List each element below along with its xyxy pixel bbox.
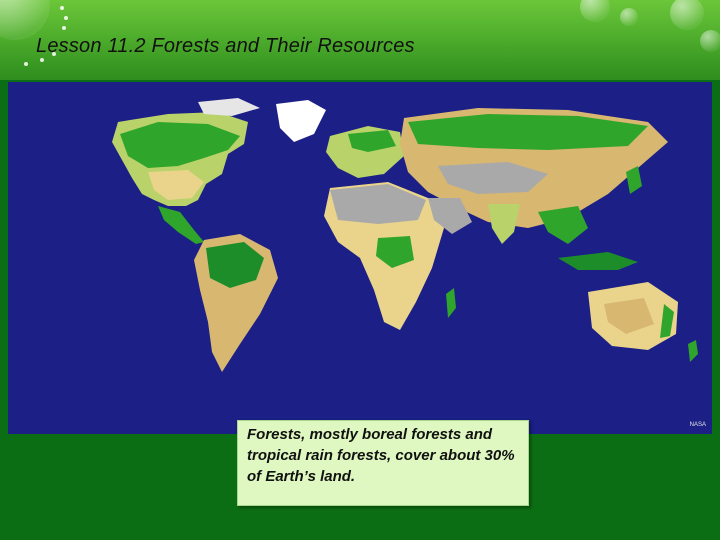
page-title: Lesson 11.2 Forests and Their Resources [36,35,415,57]
world-land-cover-map: NASA [8,82,712,434]
decorative-bubble [620,8,638,26]
decorative-dot [24,62,28,66]
decorative-dot [64,16,68,20]
decorative-dot [62,26,66,30]
caption-text: Forests, mostly boreal forests and tropi… [247,426,515,485]
decorative-dot [40,58,44,62]
decorative-bubble [580,0,610,22]
slide-header: Lesson 11.2 Forests and Their Resources [0,0,720,80]
map-credit: NASA [689,422,706,428]
caption-box: Forests, mostly boreal forests and tropi… [237,420,529,506]
decorative-dot [60,6,64,10]
decorative-bubble [700,30,720,52]
decorative-bubble [670,0,704,30]
decorative-bubble [0,0,50,40]
world-map-graphic [8,82,712,434]
